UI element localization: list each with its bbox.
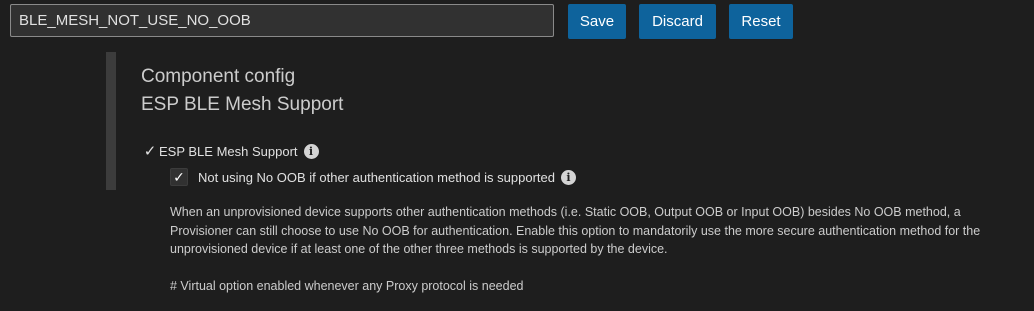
option-label: ESP BLE Mesh Support <box>159 143 298 159</box>
section-title: Component config <box>141 66 296 87</box>
description-note: # Virtual option enabled whenever any Pr… <box>170 279 524 293</box>
info-icon[interactable]: i <box>303 144 319 159</box>
section-indent-bar <box>106 52 116 190</box>
description-text: When an unprovisioned device supports ot… <box>170 205 981 256</box>
config-editor: Save Discard Reset Component config ESP … <box>0 0 1034 311</box>
discard-button[interactable]: Discard <box>639 4 716 39</box>
option-esp-ble-mesh-support: ✓ ESP BLE Mesh Support i <box>141 142 319 160</box>
info-icon[interactable]: i <box>560 170 576 185</box>
option-label: Not using No OOB if other authentication… <box>198 169 555 185</box>
esp-ble-mesh-support-checkbox[interactable]: ✓ <box>141 142 159 160</box>
search-input[interactable] <box>10 4 554 37</box>
section-subtitle: ESP BLE Mesh Support <box>141 94 344 115</box>
reset-button[interactable]: Reset <box>729 4 793 39</box>
save-button[interactable]: Save <box>568 4 626 39</box>
option-description: When an unprovisioned device supports ot… <box>170 203 1025 296</box>
not-using-no-oob-checkbox[interactable]: ✓ <box>170 168 188 186</box>
option-not-using-no-oob: ✓ Not using No OOB if other authenticati… <box>170 168 576 186</box>
